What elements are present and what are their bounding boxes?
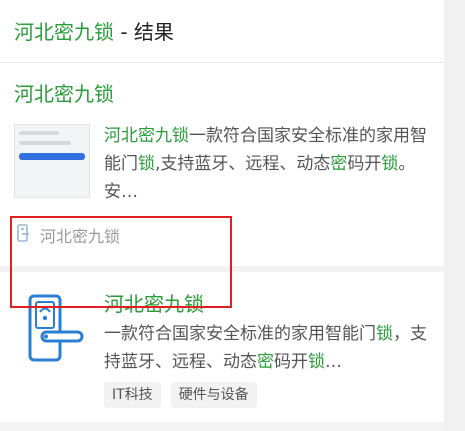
highlighted-keyword: 锁 [376, 324, 393, 344]
highlighted-keyword: 锁 [381, 154, 399, 174]
description-text: 一款符合国家安全标准的家用智能门 [104, 324, 376, 344]
result-thumbnail[interactable] [14, 124, 90, 198]
thumb-line [19, 131, 59, 135]
highlighted-keyword: 密 [257, 352, 274, 372]
category-tag[interactable]: 硬件与设备 [170, 382, 257, 408]
app-title-link[interactable]: 河北密九锁 [104, 290, 204, 318]
search-keyword: 河北密九锁 [14, 20, 114, 44]
result-description[interactable]: 河北密九锁一款符合国家安全标准的家用智能门锁,支持蓝牙、远程、动态密码开锁。安… [104, 122, 434, 206]
app-description[interactable]: 一款符合国家安全标准的家用智能门锁，支持蓝牙、远程、动态密码开锁… [104, 320, 434, 376]
highlighted-keyword: 锁 [308, 352, 325, 372]
description-text: … [325, 352, 342, 372]
highlighted-keyword: 河北密九锁 [104, 126, 189, 146]
door-lock-small-icon [14, 223, 34, 247]
page-title: 河北密九锁 - 结果 [14, 18, 174, 46]
description-text: 码开 [274, 352, 308, 372]
highlighted-keyword: 密 [330, 154, 348, 174]
divider [0, 422, 444, 431]
tag-list: IT科技 硬件与设备 [104, 382, 257, 408]
thumb-line [19, 141, 71, 145]
description-text: ,支持蓝牙、远程、动态 [155, 154, 331, 174]
result-title-link[interactable]: 河北密九锁 [14, 80, 114, 108]
source-label: 河北密九锁 [40, 227, 121, 246]
category-tag[interactable]: IT科技 [104, 382, 161, 408]
highlighted-keyword: 锁 [138, 154, 155, 174]
smart-door-lock-icon[interactable] [22, 292, 86, 364]
title-suffix: - 结果 [114, 20, 174, 44]
divider [0, 266, 444, 272]
results-panel: 河北密九锁 - 结果 河北密九锁 河北密九锁一款符合国家安全标准的家用智能门锁,… [0, 0, 444, 431]
result-source[interactable]: 河北密九锁 [14, 222, 120, 248]
side-gutter [444, 0, 465, 431]
divider [0, 62, 444, 63]
description-text: 码开 [347, 154, 382, 174]
thumb-button [19, 153, 85, 160]
